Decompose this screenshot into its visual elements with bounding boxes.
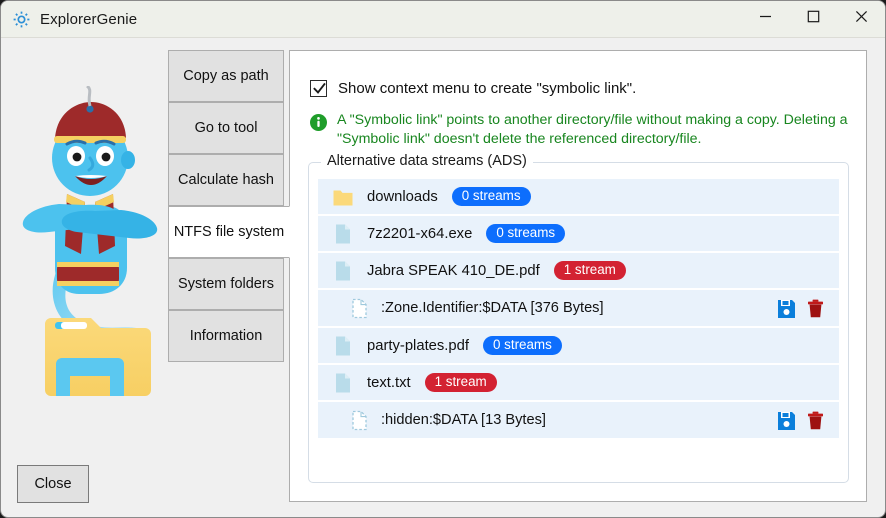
close-button[interactable]: Close [17, 465, 89, 503]
stream-count-badge: 0 streams [486, 223, 566, 244]
file-icon [333, 372, 353, 394]
ads-file-row-jabra[interactable]: Jabra SPEAK 410_DE.pdf 1 stream [318, 253, 839, 290]
save-icon[interactable] [777, 299, 796, 318]
stream-file-icon [350, 298, 369, 319]
stream-action-group [777, 402, 825, 438]
stream-count-badge: 1 stream [553, 260, 626, 281]
maximize-icon [807, 10, 820, 28]
file-icon [333, 260, 353, 282]
tab-label: Information [189, 328, 263, 344]
folder-icon [333, 186, 353, 208]
tab-label: System folders [178, 276, 274, 292]
minimize-icon [759, 10, 772, 28]
delete-icon[interactable] [806, 411, 825, 430]
ads-stream-row-zone-identifier[interactable]: :Zone.Identifier:$DATA [376 Bytes] [318, 290, 839, 328]
alternative-data-streams-group: Alternative data streams (ADS) downloads… [308, 153, 849, 483]
save-icon[interactable] [777, 411, 796, 430]
file-icon [333, 223, 353, 245]
tab-copy-as-path[interactable]: Copy as path [168, 50, 284, 102]
close-window-button[interactable] [837, 1, 885, 37]
ads-file-row-text-txt[interactable]: text.txt 1 stream [318, 365, 839, 402]
file-name: text.txt [367, 374, 411, 391]
delete-icon[interactable] [806, 299, 825, 318]
tab-label: NTFS file system [173, 224, 285, 240]
tab-label: Go to tool [194, 120, 258, 136]
ads-stream-row-hidden[interactable]: :hidden:$DATA [13 Bytes] [318, 402, 839, 440]
ads-file-row-party-plates[interactable]: party-plates.pdf 0 streams [318, 328, 839, 365]
file-icon [333, 335, 353, 357]
vertical-tab-strip: Copy as path Go to tool Calculate hash N… [168, 50, 290, 362]
ads-file-list: downloads 0 streams 7z2201-x64.exe 0 str… [318, 179, 839, 440]
window-title: ExplorerGenie [40, 11, 138, 28]
file-name: 7z2201-x64.exe [367, 225, 473, 242]
symlink-info-text: A "Symbolic link" points to another dire… [337, 112, 848, 148]
ads-file-row-7zip[interactable]: 7z2201-x64.exe 0 streams [318, 216, 839, 253]
tab-system-folders[interactable]: System folders [168, 258, 284, 310]
symlink-checkbox[interactable] [310, 80, 327, 97]
stream-count-badge: 1 stream [424, 372, 497, 393]
maximize-button[interactable] [789, 1, 837, 37]
stream-count-badge: 0 streams [483, 335, 562, 356]
close-icon [855, 10, 868, 28]
tab-calculate-hash[interactable]: Calculate hash [168, 154, 284, 206]
stream-name: :Zone.Identifier:$DATA [376 Bytes] [381, 300, 604, 316]
close-button-label: Close [34, 476, 72, 492]
stream-count-badge: 0 streams [451, 186, 531, 207]
symlink-info-note: A "Symbolic link" points to another dire… [310, 111, 850, 150]
tab-information[interactable]: Information [168, 310, 284, 362]
explorergenie-window: ExplorerGenie Copy as path Go to tool Ca… [0, 0, 886, 518]
checkmark-icon [313, 82, 326, 94]
ntfs-settings-panel: Show context menu to create "symbolic li… [289, 50, 867, 502]
file-name: downloads [367, 188, 438, 205]
tab-label: Copy as path [183, 68, 269, 84]
gear-icon [12, 10, 31, 29]
stream-action-group [777, 290, 825, 326]
tab-label: Calculate hash [178, 172, 274, 188]
genie-mascot-illustration [15, 84, 165, 408]
file-name: party-plates.pdf [367, 337, 469, 354]
title-bar: ExplorerGenie [1, 1, 885, 38]
stream-file-icon [350, 410, 369, 431]
symlink-context-menu-checkbox-row[interactable]: Show context menu to create "symbolic li… [310, 80, 636, 97]
caption-button-group [741, 1, 885, 37]
tab-ntfs-file-system[interactable]: NTFS file system [168, 206, 290, 258]
title-bar-left: ExplorerGenie [12, 1, 137, 38]
ads-group-legend: Alternative data streams (ADS) [321, 153, 533, 169]
ads-file-row-downloads[interactable]: downloads 0 streams [318, 179, 839, 216]
symlink-checkbox-label: Show context menu to create "symbolic li… [338, 80, 637, 97]
file-name: Jabra SPEAK 410_DE.pdf [367, 262, 540, 279]
tab-go-to-tool[interactable]: Go to tool [168, 102, 284, 154]
stream-name: :hidden:$DATA [13 Bytes] [381, 412, 546, 428]
minimize-button[interactable] [741, 1, 789, 37]
info-icon [310, 114, 327, 131]
